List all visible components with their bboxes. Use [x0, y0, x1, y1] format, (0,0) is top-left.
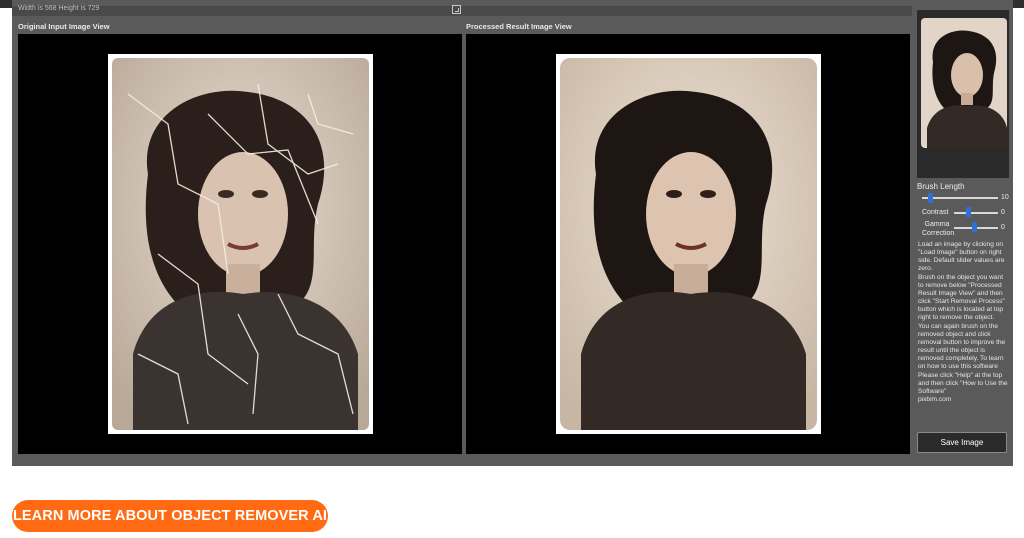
thumbnail-preview[interactable] [917, 10, 1009, 178]
contrast-slider[interactable] [954, 212, 998, 214]
gamma-correction-knob[interactable] [972, 222, 977, 232]
contrast-value: 0 [1001, 209, 1005, 216]
original-image-view[interactable] [18, 34, 462, 454]
learn-more-button[interactable]: LEARN MORE ABOUT OBJECT REMOVER AI [12, 500, 328, 532]
save-image-button[interactable]: Save Image [917, 432, 1007, 453]
crop-icon[interactable] [452, 5, 461, 14]
processed-photo [556, 54, 821, 434]
brush-length-value: 10 [1001, 194, 1009, 201]
image-info-strip [12, 6, 912, 16]
contrast-knob[interactable] [966, 207, 971, 217]
brush-length-knob[interactable] [928, 193, 933, 203]
brush-length-label: Brush Length [917, 182, 965, 191]
help-instructions: Load an image by clicking on "Load Image… [918, 241, 1008, 403]
original-view-title: Original Input Image View [18, 22, 110, 31]
gamma-correction-value: 0 [1001, 224, 1005, 231]
gamma-correction-label: Gamma Correction [922, 221, 955, 237]
processed-image-view[interactable] [466, 34, 910, 454]
brush-length-slider[interactable] [922, 197, 998, 199]
contrast-label: Contrast [922, 209, 949, 216]
image-dimensions-text: Width is 568 Height is 729 [18, 5, 100, 12]
processed-view-title: Processed Result Image View [466, 22, 572, 31]
control-sidebar: Brush Length 10 Contrast 0 Gamma Correct… [914, 10, 1010, 460]
original-photo [108, 54, 373, 434]
